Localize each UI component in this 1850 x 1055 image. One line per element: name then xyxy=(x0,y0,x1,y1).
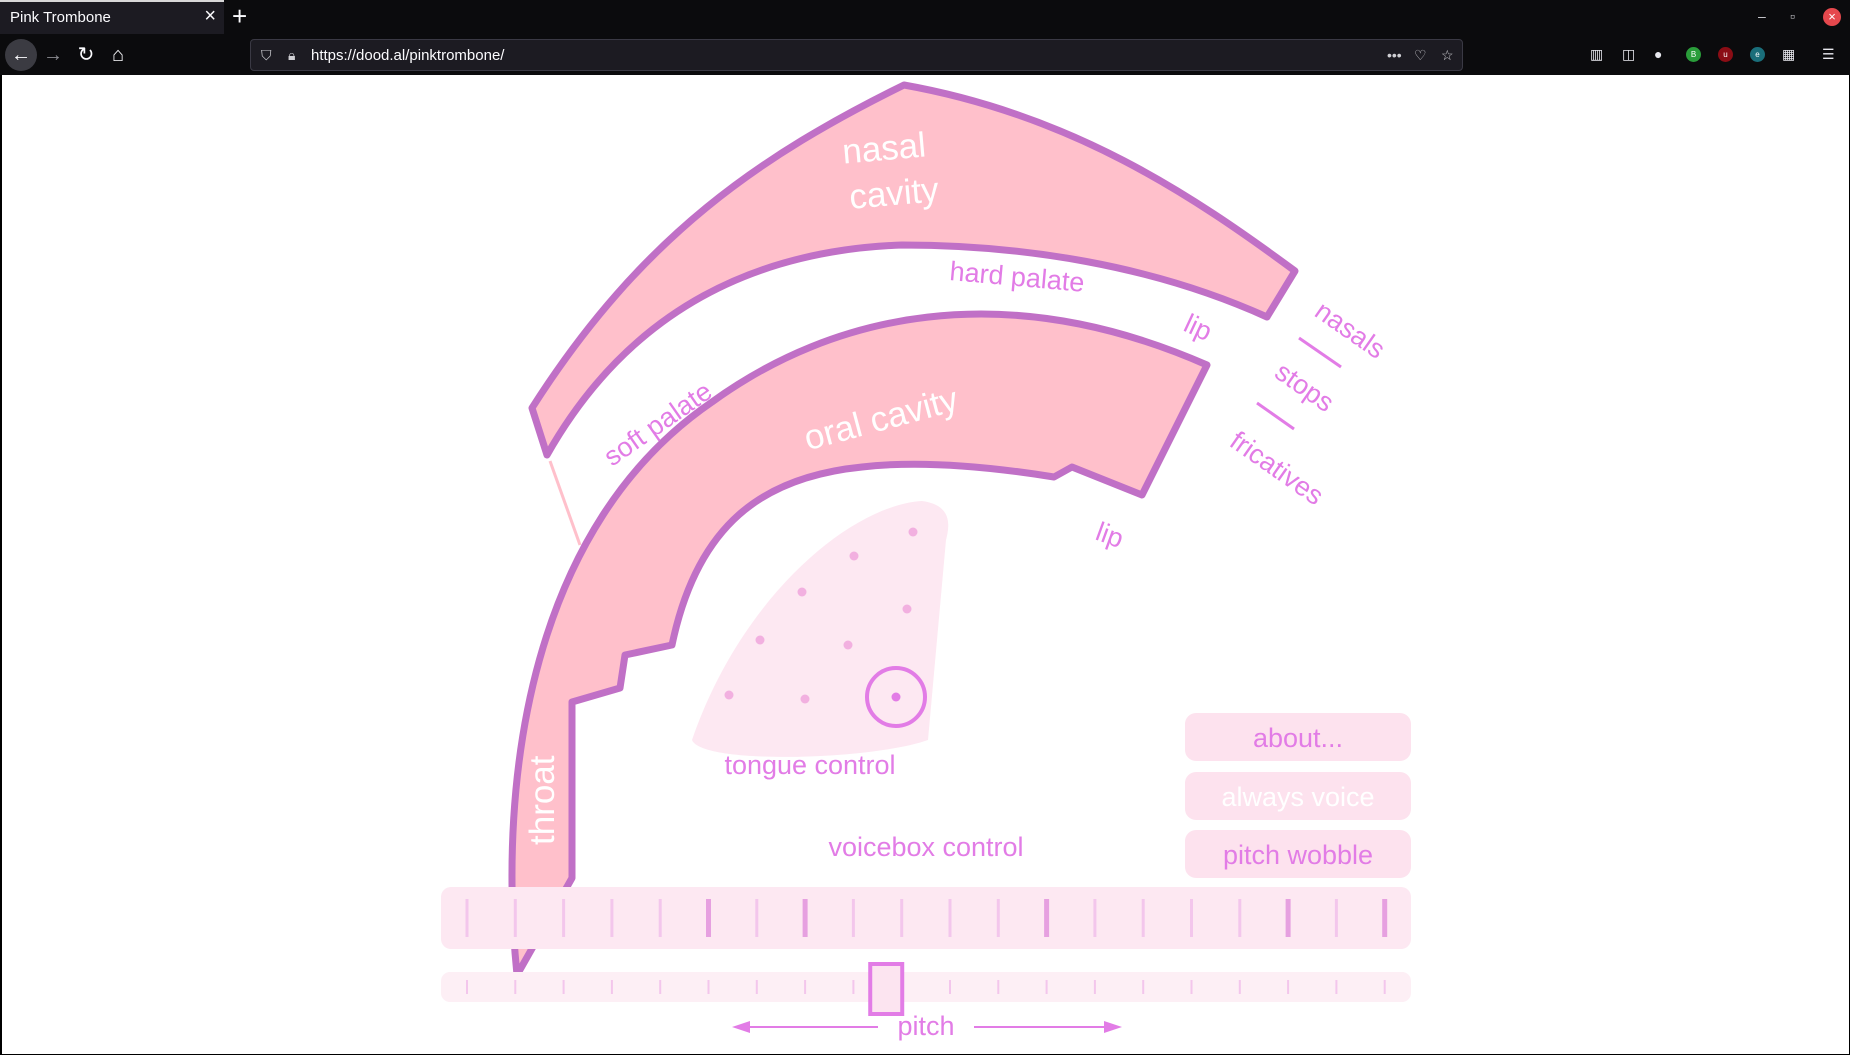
tongue-handle-center xyxy=(891,692,901,702)
ublock-icon[interactable]: u xyxy=(1718,47,1733,62)
pitch-slider-handle[interactable] xyxy=(868,962,905,1016)
about-button[interactable]: about... xyxy=(1185,713,1411,761)
forward-arrow-icon[interactable]: → xyxy=(37,39,69,71)
tab-title: Pink Trombone xyxy=(10,9,111,26)
reload-icon[interactable]: ↻ xyxy=(70,39,102,71)
always-voice-button-label: always voice xyxy=(1221,782,1374,812)
pitch-slider-track[interactable] xyxy=(441,972,1411,1002)
lock-icon[interactable]: 🔒︎ xyxy=(288,47,295,64)
extension-teal-icon[interactable]: e xyxy=(1750,47,1765,62)
pitch-wobble-button[interactable]: pitch wobble xyxy=(1185,830,1411,878)
page-actions-icon[interactable]: ••• xyxy=(1387,47,1402,63)
home-icon[interactable]: ⌂ xyxy=(102,39,134,71)
pitch-left-arrow xyxy=(732,1021,878,1033)
bookmark-star-icon[interactable]: ☆ xyxy=(1441,47,1454,64)
window-close-icon[interactable]: × xyxy=(1823,8,1841,26)
trombone-canvas: nasal cavity oral cavity throat soft pal… xyxy=(441,81,1411,1041)
velum-line xyxy=(548,460,582,546)
browser-chrome: Pink Trombone × + – ▫ × ← → ↻ ⌂ ⛉ 🔒︎ htt… xyxy=(0,0,1850,75)
minimize-icon[interactable]: – xyxy=(1758,8,1766,24)
hard-palate-label: hard palate xyxy=(948,256,1085,298)
stops-label: stops xyxy=(1270,356,1340,418)
lip-bottom-label: lip xyxy=(1092,516,1128,553)
library-icon[interactable]: ▥ xyxy=(1590,46,1603,63)
fricatives-label: fricatives xyxy=(1225,425,1329,511)
pitch-right-arrow xyxy=(974,1021,1122,1033)
restore-icon[interactable]: ▫ xyxy=(1790,8,1795,24)
nav-bar: ← → ↻ ⌂ ⛉ 🔒︎ https://dood.al/pinktrombon… xyxy=(0,35,1850,75)
new-tab-icon[interactable]: + xyxy=(232,2,247,30)
tab-bar: Pink Trombone × + – ▫ × xyxy=(0,0,1850,35)
url-text[interactable]: https://dood.al/pinktrombone/ xyxy=(311,47,504,64)
tongue-control-area[interactable] xyxy=(692,501,949,757)
extension-green-icon[interactable]: B xyxy=(1686,47,1701,62)
account-icon[interactable]: ● xyxy=(1654,46,1662,62)
nasals-divider xyxy=(1298,336,1342,369)
browser-tab[interactable]: Pink Trombone × xyxy=(0,0,224,34)
back-arrow-icon[interactable]: ← xyxy=(5,39,37,71)
stops-divider xyxy=(1256,401,1295,431)
url-bar[interactable]: ⛉ 🔒︎ https://dood.al/pinktrombone/ ••• ♡… xyxy=(250,39,1463,71)
sidebar-icon[interactable]: ◫ xyxy=(1622,46,1635,63)
pocket-icon[interactable]: ♡ xyxy=(1414,47,1427,64)
about-button-label: about... xyxy=(1253,723,1343,753)
voicebox-control-label: voicebox control xyxy=(828,832,1023,862)
menu-icon[interactable]: ☰ xyxy=(1822,46,1835,63)
extension-bars-icon[interactable]: ▦ xyxy=(1782,46,1795,63)
always-voice-button[interactable]: always voice xyxy=(1185,772,1411,820)
throat-label: throat xyxy=(523,755,562,845)
cavity-label: cavity xyxy=(848,170,941,217)
pitch-wobble-button-label: pitch wobble xyxy=(1223,840,1373,870)
shield-icon[interactable]: ⛉ xyxy=(261,47,272,64)
nasal-label: nasal xyxy=(841,125,928,171)
lip-top-label: lip xyxy=(1179,308,1216,347)
close-tab-icon[interactable]: × xyxy=(204,5,216,28)
tongue-control-label: tongue control xyxy=(724,750,895,780)
pitch-label: pitch xyxy=(897,1011,954,1041)
page-content: nasal cavity oral cavity throat soft pal… xyxy=(2,75,1849,1054)
voicebox-control-area[interactable] xyxy=(441,887,1411,949)
